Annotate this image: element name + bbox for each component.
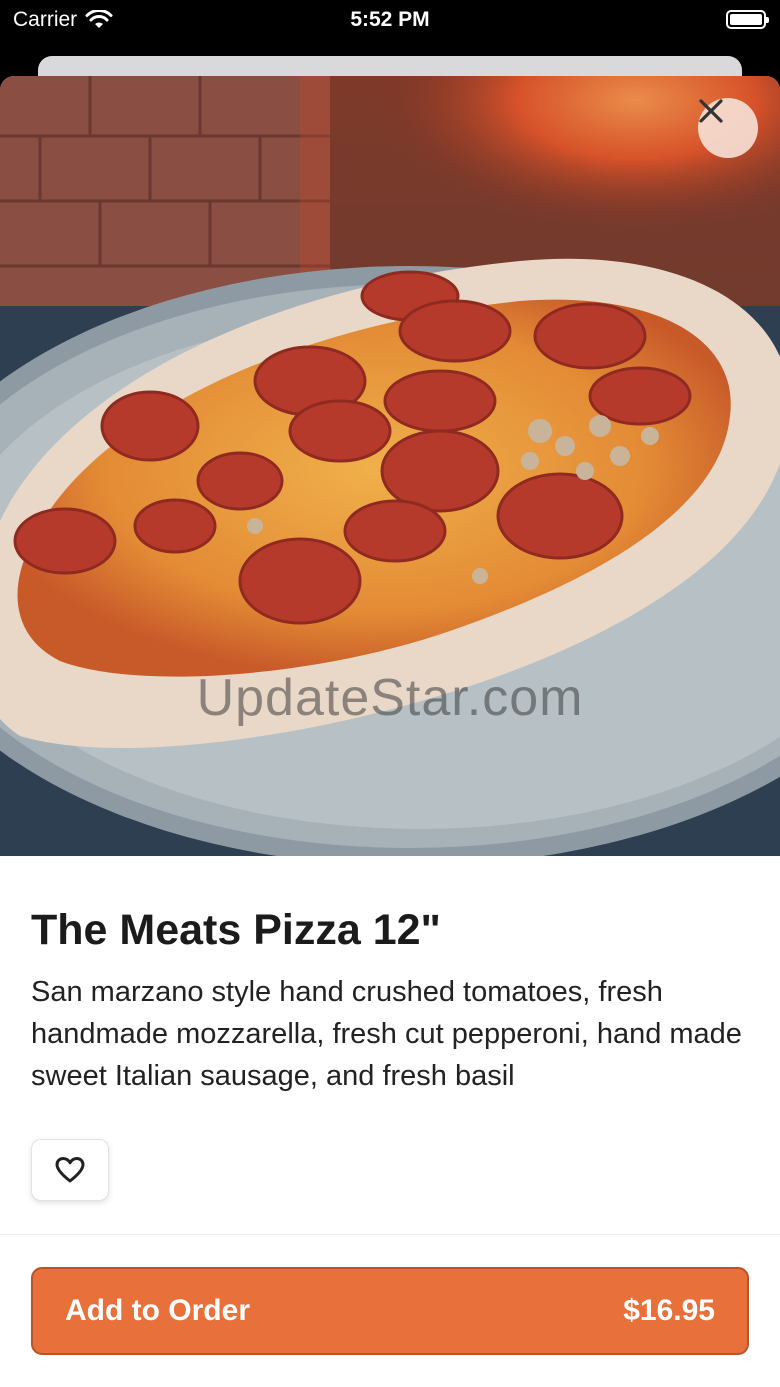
favorite-button[interactable] [31, 1139, 109, 1201]
item-price: $16.95 [623, 1294, 715, 1327]
item-description: San marzano style hand crushed tomatoes,… [31, 976, 742, 1092]
battery-icon [726, 10, 769, 29]
close-button[interactable] [698, 98, 758, 158]
add-to-order-button[interactable]: Add to Order $16.95 [31, 1267, 749, 1355]
status-bar: Carrier 5:52 PM [0, 0, 780, 44]
heart-outline-icon [55, 1157, 85, 1183]
close-icon [699, 99, 723, 123]
add-to-order-label: Add to Order [65, 1294, 250, 1327]
item-detail-sheet: UpdateStar.com The Meats Pizza 12" San m… [0, 76, 780, 1387]
item-title: The Meats Pizza 12" [31, 906, 441, 954]
pizza-photo-illustration [0, 76, 780, 856]
item-photo: UpdateStar.com [0, 76, 780, 856]
status-time: 5:52 PM [350, 8, 430, 31]
footer-divider [0, 1234, 780, 1235]
watermark-text: UpdateStar.com [196, 669, 584, 727]
